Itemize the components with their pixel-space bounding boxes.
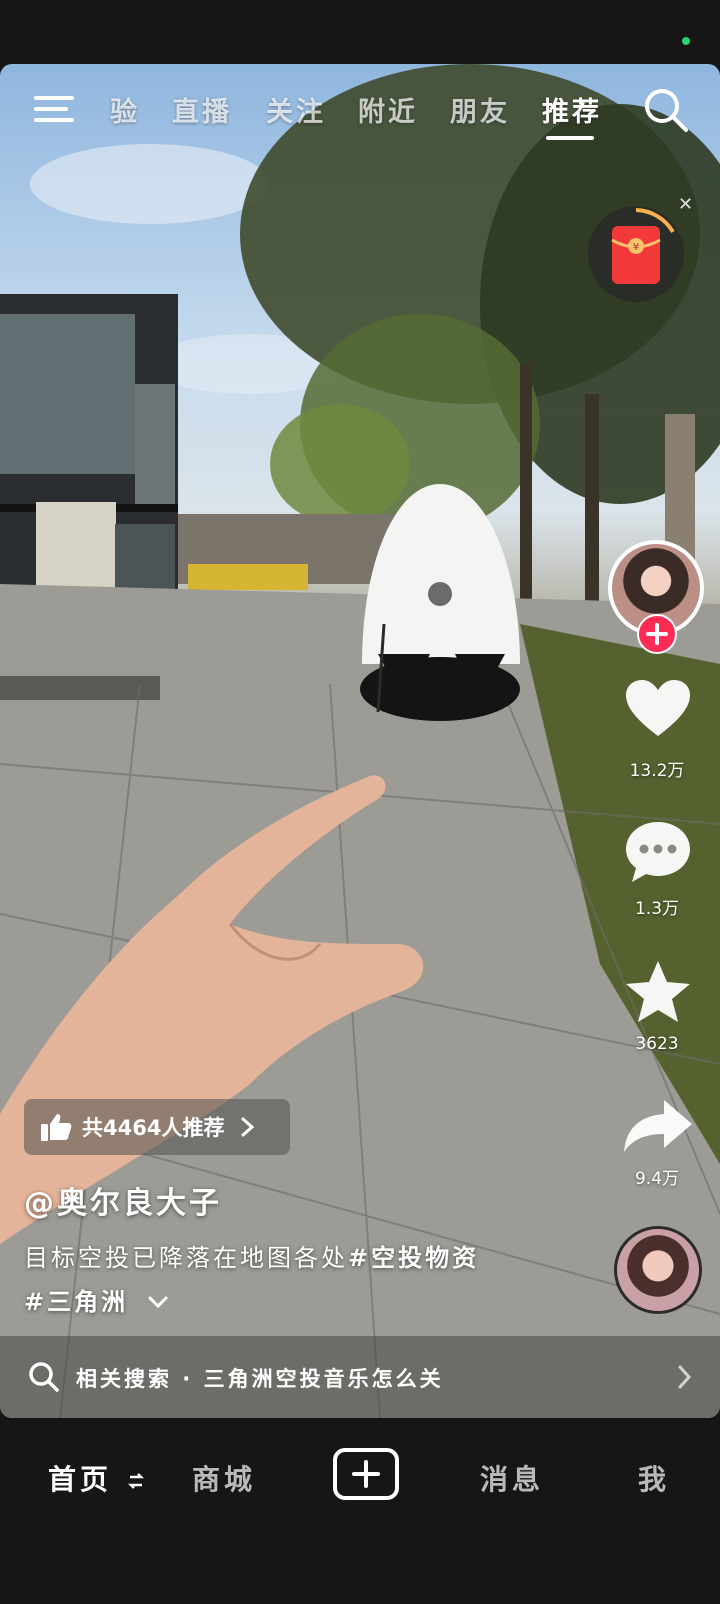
video-player[interactable]: 验 直播 关注 附近 朋友 推荐 ¥ ✕ 13.2万 1.3万 3623 9.4… — [0, 64, 720, 1418]
status-bar — [0, 0, 720, 64]
related-search-bar[interactable]: 相关搜索 · 三角洲空投音乐怎么关 — [0, 1336, 720, 1418]
star-icon — [626, 961, 690, 1022]
plus-icon — [352, 1460, 380, 1488]
caption-text: 目标空投已降落在地图各处 — [24, 1244, 348, 1272]
favorite-button[interactable] — [616, 959, 700, 1029]
svg-text:¥: ¥ — [633, 242, 639, 253]
camera-indicator-dot — [682, 37, 690, 45]
nav-mall[interactable]: 商城 — [192, 1458, 256, 1498]
tab-friends[interactable]: 朋友 — [450, 90, 510, 129]
related-search-text: 相关搜索 · 三角洲空投音乐怎么关 — [76, 1367, 444, 1391]
nav-home[interactable]: 首页 — [48, 1458, 144, 1498]
share-count: 9.4万 — [634, 1169, 680, 1189]
active-tab-indicator — [546, 136, 594, 140]
heart-icon — [626, 680, 690, 736]
red-envelope-icon: ¥ — [611, 208, 675, 284]
search-icon — [29, 1362, 59, 1392]
favorite-count: 3623 — [635, 1034, 679, 1054]
red-envelope-widget[interactable]: ¥ — [588, 206, 684, 302]
nav-home-label: 首页 — [48, 1463, 113, 1496]
hashtag-link[interactable]: #三角洲 — [24, 1288, 128, 1316]
chevron-right-icon — [241, 1117, 255, 1137]
tab-recommend[interactable]: 推荐 — [542, 90, 602, 129]
post-caption: 目标空投已降落在地图各处#空投物资 #三角洲 — [24, 1236, 544, 1324]
like-count: 13.2万 — [629, 761, 685, 781]
nav-me[interactable]: 我 — [638, 1458, 670, 1498]
tab-nearby[interactable]: 附近 — [358, 90, 418, 129]
like-button[interactable] — [616, 678, 700, 744]
author-name[interactable]: @奥尔良大子 — [24, 1178, 222, 1222]
close-icon[interactable]: ✕ — [678, 194, 693, 215]
plus-icon — [646, 623, 668, 645]
hashtag-link[interactable]: #空投物资 — [348, 1244, 479, 1272]
tab-partial[interactable]: 验 — [110, 90, 140, 129]
refresh-arrows-icon — [127, 1473, 144, 1489]
tab-following[interactable]: 关注 — [266, 90, 326, 129]
bottom-nav: 首页 商城 消息 我 — [0, 1418, 720, 1604]
recommend-badge[interactable]: 共4464人推荐 — [24, 1099, 291, 1155]
music-disc-avatar[interactable] — [614, 1226, 702, 1314]
top-tab-bar: 验 直播 关注 附近 朋友 推荐 — [0, 86, 720, 146]
chevron-down-icon[interactable] — [147, 1295, 169, 1311]
chevron-right-icon — [678, 1365, 692, 1389]
comment-icon — [626, 822, 690, 882]
tab-live[interactable]: 直播 — [172, 90, 232, 129]
nav-messages[interactable]: 消息 — [480, 1458, 544, 1498]
thumbs-up-icon — [41, 1114, 72, 1141]
search-icon[interactable] — [642, 86, 690, 134]
comment-button[interactable] — [616, 820, 700, 888]
recommend-count-text: 共4464人推荐 — [82, 1116, 225, 1140]
create-post-button[interactable] — [333, 1448, 399, 1500]
share-arrow-icon — [624, 1100, 692, 1152]
comment-count: 1.3万 — [634, 899, 680, 919]
menu-icon[interactable] — [34, 92, 76, 126]
share-button[interactable] — [616, 1096, 700, 1160]
follow-button[interactable] — [637, 614, 677, 654]
